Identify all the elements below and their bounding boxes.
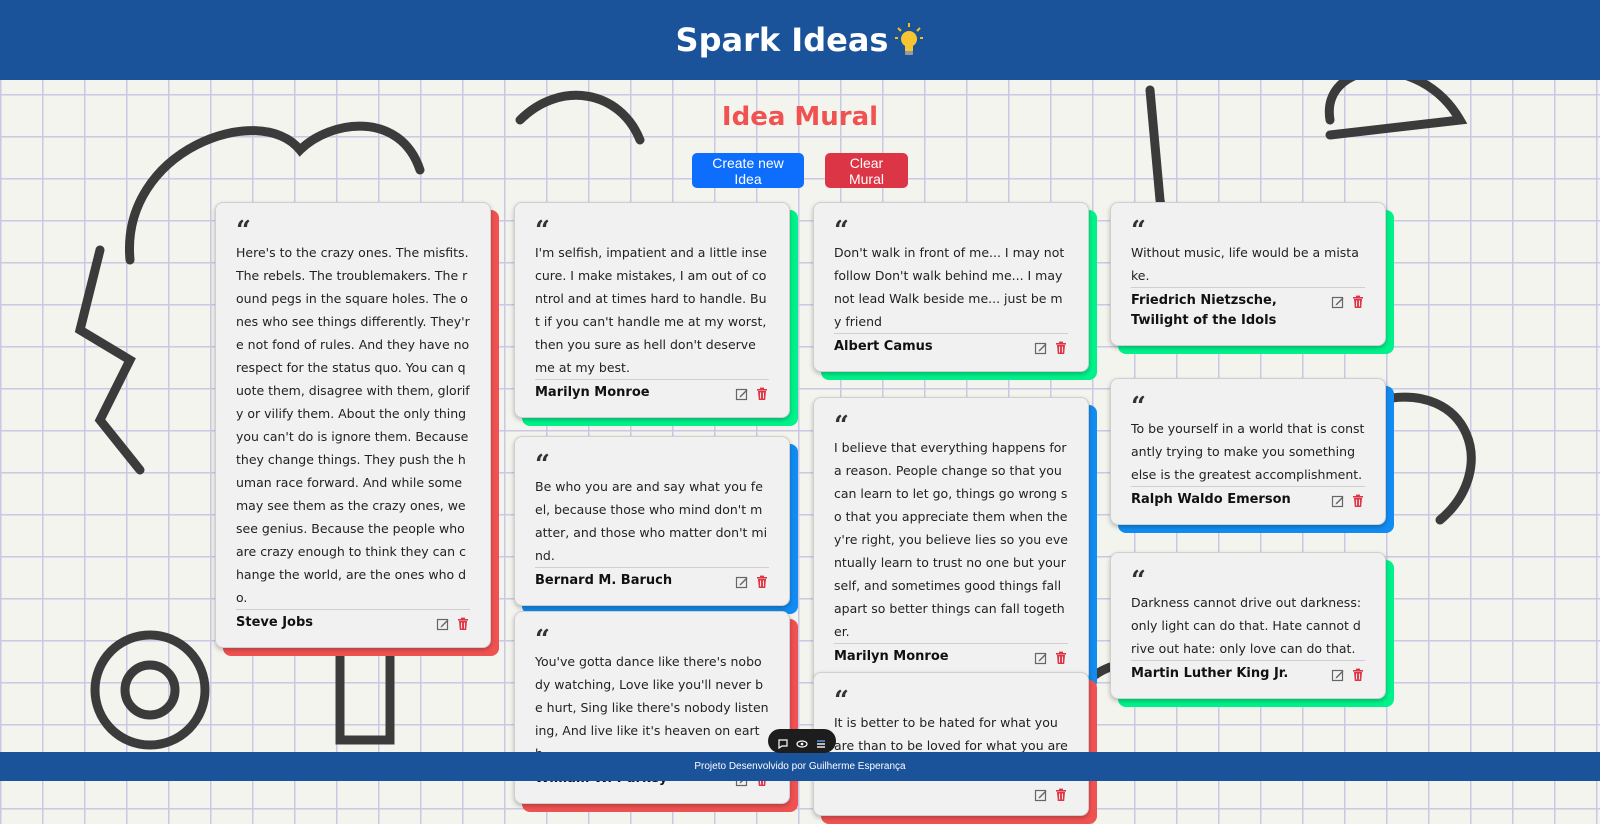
idea-card: “I believe that everything happens for a… [813, 397, 1097, 690]
idea-author: Steve Jobs [236, 615, 314, 630]
idea-author: Friedrich Nietzsche, Twilight of the Ido… [1131, 293, 1277, 328]
idea-quote-text: You've gotta dance like there's nobody w… [535, 654, 769, 761]
idea-quote-text: Darkness cannot drive out darkness: only… [1131, 595, 1362, 656]
card-actions [735, 574, 769, 589]
edit-icon[interactable] [735, 574, 749, 589]
card-body: “Darkness cannot drive out darkness: onl… [1110, 552, 1386, 699]
quote-icon: “ [535, 625, 550, 655]
idea-card: “Here's to the crazy ones. The misfits. … [215, 202, 499, 656]
footer-text: Projeto Desenvolvido por Guilherme Esper… [694, 761, 906, 772]
card-footer: Albert Camus [834, 333, 1068, 357]
card-footer: Friedrich Nietzsche, Twilight of the Ido… [1131, 287, 1365, 331]
card-body: “It is better to be hated for what you a… [813, 672, 1089, 816]
floating-toolbar [768, 729, 836, 753]
card-actions [1331, 667, 1365, 682]
idea-author: Bernard M. Baruch [535, 573, 673, 588]
card-footer: Martin Luther King Jr. [1131, 660, 1365, 684]
idea-card: “It is better to be hated for what you a… [813, 672, 1097, 824]
idea-quote-text: Be who you are and say what you feel, be… [535, 479, 768, 563]
card-body: “I'm selfish, impatient and a little ins… [514, 202, 790, 418]
card-footer: Marilyn Monroe [535, 379, 769, 403]
edit-icon[interactable] [436, 616, 450, 631]
card-footer [834, 780, 1068, 802]
page-title: Idea Mural [721, 102, 879, 132]
edit-icon[interactable] [1331, 294, 1345, 309]
idea-author: Ralph Waldo Emerson [1131, 492, 1291, 507]
menu-icon[interactable] [815, 735, 827, 748]
trash-icon[interactable] [1351, 667, 1365, 681]
page-footer: Projeto Desenvolvido por Guilherme Esper… [0, 752, 1600, 781]
trash-icon[interactable] [1054, 650, 1068, 664]
card-actions [436, 616, 470, 631]
card-body: “Be who you are and say what you feel, b… [514, 436, 790, 606]
idea-card: “Darkness cannot drive out darkness: onl… [1110, 552, 1394, 707]
card-actions [1034, 650, 1068, 665]
quote-icon: “ [834, 411, 849, 441]
idea-card: “I'm selfish, impatient and a little ins… [514, 202, 798, 426]
comment-icon[interactable] [777, 735, 789, 750]
idea-card: “Be who you are and say what you feel, b… [514, 436, 798, 614]
idea-author: Albert Camus [834, 339, 933, 354]
card-actions [1331, 294, 1365, 309]
mural-actions: Create new Idea Clear Mural [0, 153, 1600, 188]
quote-icon: “ [834, 686, 849, 716]
edit-icon[interactable] [1034, 650, 1048, 665]
app-title: Spark Ideas [676, 21, 925, 59]
trash-icon[interactable] [1351, 493, 1365, 507]
card-body: “Here's to the crazy ones. The misfits. … [215, 202, 491, 648]
create-idea-button[interactable]: Create new Idea [692, 153, 804, 188]
idea-quote-text: Without music, life would be a mistake. [1131, 245, 1359, 283]
card-actions [1034, 787, 1068, 802]
idea-quote-text: Here's to the crazy ones. The misfits. T… [236, 245, 470, 605]
card-body: “I believe that everything happens for a… [813, 397, 1089, 682]
card-body: “Don't walk in front of me... I may not … [813, 202, 1089, 372]
edit-icon[interactable] [1034, 787, 1048, 802]
quote-icon: “ [236, 216, 251, 246]
card-actions [735, 386, 769, 401]
quote-icon: “ [1131, 566, 1146, 596]
card-footer: Steve Jobs [236, 609, 470, 633]
trash-icon[interactable] [456, 616, 470, 630]
idea-card: “Without music, life would be a mistake.… [1110, 202, 1394, 354]
quote-icon: “ [834, 216, 849, 246]
edit-icon[interactable] [735, 386, 749, 401]
edit-icon[interactable] [1331, 493, 1345, 508]
idea-author: Martin Luther King Jr. [1131, 666, 1289, 681]
eye-icon[interactable] [796, 735, 808, 748]
card-footer: Ralph Waldo Emerson [1131, 486, 1365, 510]
card-body: “Without music, life would be a mistake.… [1110, 202, 1386, 346]
card-actions [1034, 340, 1068, 355]
idea-quote-text: Don't walk in front of me... I may not f… [834, 245, 1065, 329]
trash-icon[interactable] [1351, 294, 1365, 308]
lightbulb-icon [895, 23, 924, 55]
quote-icon: “ [1131, 216, 1146, 246]
idea-quote-text: I'm selfish, impatient and a little inse… [535, 245, 767, 375]
trash-icon[interactable] [755, 574, 769, 588]
edit-icon[interactable] [1331, 667, 1345, 682]
app-title-text: Spark Ideas [675, 21, 889, 59]
quote-icon: “ [1131, 392, 1146, 422]
idea-quote-text: I believe that everything happens for a … [834, 440, 1068, 639]
idea-card: “Don't walk in front of me... I may not … [813, 202, 1097, 380]
trash-icon[interactable] [1054, 787, 1068, 801]
trash-icon[interactable] [1054, 340, 1068, 354]
clear-mural-button[interactable]: Clear Mural [825, 153, 908, 188]
trash-icon[interactable] [755, 386, 769, 400]
app-header: Spark Ideas [0, 0, 1600, 80]
card-footer: Bernard M. Baruch [535, 567, 769, 591]
card-actions [1331, 493, 1365, 508]
idea-card: “To be yourself in a world that is const… [1110, 378, 1394, 533]
idea-mural: “Here's to the crazy ones. The misfits. … [0, 202, 1600, 824]
idea-author: Marilyn Monroe [535, 385, 650, 400]
idea-author: Marilyn Monroe [834, 649, 949, 664]
idea-quote-text: To be yourself in a world that is consta… [1131, 421, 1365, 482]
card-body: “To be yourself in a world that is const… [1110, 378, 1386, 525]
quote-icon: “ [535, 450, 550, 480]
card-footer: Marilyn Monroe [834, 643, 1068, 667]
quote-icon: “ [535, 216, 550, 246]
edit-icon[interactable] [1034, 340, 1048, 355]
